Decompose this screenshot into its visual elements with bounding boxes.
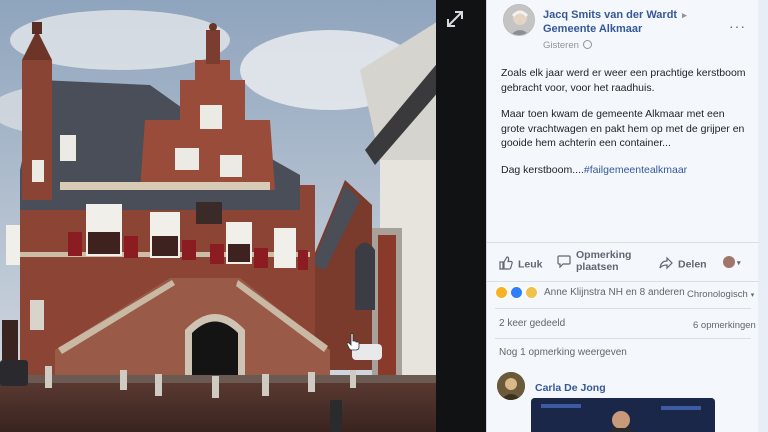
comment-attachment-image[interactable] [531, 398, 715, 432]
post-timestamp[interactable]: Gisteren [543, 40, 579, 51]
post-body: Zoals elk jaar werd er weer een prachtig… [501, 66, 749, 189]
comments-count[interactable]: 6 opmerkingen [693, 320, 756, 331]
hashtag-link[interactable]: #failgemeentealkmaar [584, 164, 687, 176]
comment-button[interactable]: Opmerking plaatsen [557, 249, 631, 273]
comment-label-line2: plaatsen [576, 261, 619, 273]
like-button[interactable]: Leuk [499, 256, 543, 273]
comment-sort-dropdown[interactable]: Chronologisch ▾ [687, 289, 754, 300]
expand-icon[interactable] [444, 8, 466, 30]
post-author-line: Jacq Smits van der Wardt ▸ Gemeente Alkm… [543, 8, 733, 36]
sad-reaction-icon [525, 286, 538, 299]
globe-icon [582, 40, 592, 49]
facebook-photo-viewer: Jacq Smits van der Wardt ▸ Gemeente Alkm… [0, 0, 768, 432]
town-hall-photo [0, 0, 440, 432]
post-photo[interactable] [0, 0, 440, 432]
profile-thumbnail-icon [723, 256, 735, 269]
speech-bubble-icon [557, 254, 571, 271]
group-name-link[interactable]: Gemeente Alkmaar [543, 23, 642, 35]
post-card: Jacq Smits van der Wardt ▸ Gemeente Alkm… [486, 0, 759, 432]
like-label: Leuk [518, 258, 543, 271]
post-actions-bar: Leuk Opmerking plaatsen Delen ▾ [487, 242, 759, 282]
reactions-summary[interactable]: Anne Klijnstra NH en 8 anderen [495, 286, 685, 299]
post-options-button[interactable]: ··· [729, 18, 746, 34]
author-avatar[interactable] [503, 4, 535, 36]
post-paragraph: Zoals elk jaar werd er weer een prachtig… [501, 67, 746, 94]
view-more-comments-link[interactable]: Nog 1 opmerking weergeven [499, 347, 627, 358]
audience-selector[interactable]: ▾ [723, 256, 741, 270]
post-paragraph: Maar toen kwam de gemeente Alkmaar met e… [501, 108, 745, 149]
like-reaction-icon [510, 286, 523, 299]
divider [495, 338, 751, 339]
share-arrow-icon [659, 256, 673, 273]
commenter-name-link[interactable]: Carla De Jong [535, 382, 606, 394]
hand-cursor-icon [346, 333, 360, 351]
chevron-down-icon: ▾ [737, 260, 741, 267]
thumbs-up-icon [499, 256, 513, 273]
share-to-arrow-icon: ▸ [682, 10, 687, 20]
share-button[interactable]: Delen [659, 256, 707, 273]
post-timestamp-row: Gisteren [543, 40, 592, 51]
post-text: Dag kerstboom.... [501, 163, 584, 176]
comment-label-line1: Opmerking [576, 249, 632, 261]
author-name-link[interactable]: Jacq Smits van der Wardt [543, 9, 677, 21]
commenter-avatar[interactable] [497, 372, 525, 400]
post-paragraph-last: Dag kerstboom....#failgemeentealkmaar [501, 163, 749, 178]
viewer-divider [436, 0, 490, 432]
share-label: Delen [678, 258, 707, 271]
shares-count[interactable]: 2 keer gedeeld [499, 318, 565, 329]
reactions-text: Anne Klijnstra NH en 8 anderen [544, 287, 685, 298]
post-panel: Jacq Smits van der Wardt ▸ Gemeente Alkm… [486, 0, 768, 432]
chevron-down-icon: ▾ [750, 292, 755, 299]
sort-label: Chronologisch [687, 289, 748, 300]
wow-reaction-icon [495, 286, 508, 299]
divider [495, 308, 751, 309]
